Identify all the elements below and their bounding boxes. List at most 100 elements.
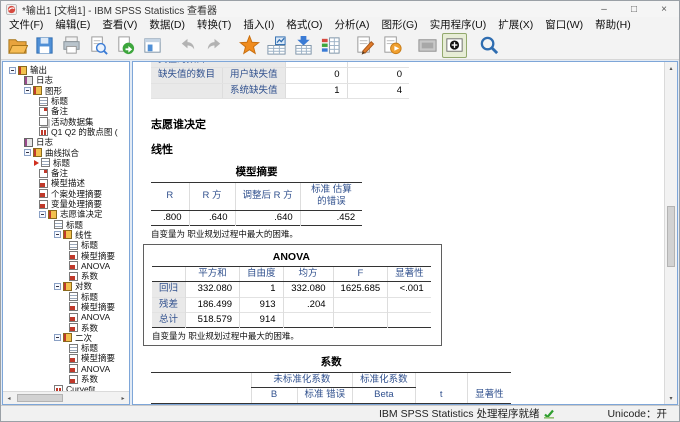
window-title: *输出1 [文档1] - IBM SPSS Statistics 查看器: [22, 5, 218, 17]
menu-data[interactable]: 数据(D): [143, 17, 191, 32]
scrollbar-thumb[interactable]: [667, 205, 675, 268]
log-icon: [24, 75, 33, 85]
tree-item[interactable]: 系数: [3, 271, 129, 281]
collapse-icon[interactable]: [39, 210, 46, 218]
goto-variable-icon[interactable]: [318, 33, 343, 58]
collapse-icon[interactable]: [24, 149, 31, 157]
collapse-icon[interactable]: [54, 334, 61, 342]
tree-item[interactable]: ANOVA: [3, 364, 129, 374]
scrollbar-thumb[interactable]: [17, 394, 63, 402]
section-heading: 志愿谁决定: [151, 119, 206, 131]
table-title: ANOVA: [272, 251, 310, 263]
tree-item[interactable]: 模型摘要: [3, 353, 129, 363]
table-row: 总计 518.579 914: [152, 312, 431, 328]
notes-icon: [39, 106, 48, 116]
graph-book-icon: [33, 86, 42, 96]
processor-status-text: IBM SPSS Statistics 处理程序就绪: [379, 408, 540, 420]
tree-item-linear[interactable]: 线性: [3, 230, 129, 240]
menu-format[interactable]: 格式(O): [280, 17, 328, 32]
toolbar: [1, 32, 679, 60]
menu-transform[interactable]: 转换(T): [191, 17, 237, 32]
linear-book-icon: [63, 230, 72, 240]
title-page-icon: [69, 292, 78, 302]
scroll-down-icon[interactable]: ▾: [665, 392, 677, 404]
tree-item[interactable]: 系数: [3, 374, 129, 384]
scroll-up-icon[interactable]: ▴: [665, 62, 677, 74]
tree-item-output[interactable]: 输出: [3, 65, 129, 75]
designate-window-icon[interactable]: [237, 33, 262, 58]
tree-item-scatterplot[interactable]: Q1 Q2 的散点图 (: [3, 127, 129, 137]
run-script-icon[interactable]: [380, 33, 405, 58]
spss-viewer-window: *输出1 [文档1] - IBM SPSS Statistics 查看器 – □…: [0, 0, 680, 422]
menu-graphs[interactable]: 图形(G): [376, 17, 424, 32]
print-preview-icon[interactable]: [86, 33, 111, 58]
goto-case-icon[interactable]: [291, 33, 316, 58]
unicode-status-text: Unicode：开: [607, 408, 667, 420]
menu-extensions[interactable]: 扩展(X): [492, 17, 539, 32]
menu-help[interactable]: 帮助(H): [589, 17, 637, 32]
tree-item-logarithmic[interactable]: 对数: [3, 281, 129, 291]
menu-edit[interactable]: 编辑(E): [49, 17, 96, 32]
menu-view[interactable]: 查看(V): [96, 17, 143, 32]
content-pane: 负值的数目 0 0 缺失值的数目 用户缺失值 0 0: [132, 61, 678, 405]
find-icon[interactable]: [477, 33, 502, 58]
menu-window[interactable]: 窗口(W): [539, 17, 589, 32]
table-icon: [39, 189, 48, 199]
content-scroll-area: 负值的数目 0 0 缺失值的数目 用户缺失值 0 0: [133, 62, 664, 404]
tree-item-quadratic[interactable]: 二次: [3, 333, 129, 343]
goto-data-icon[interactable]: [264, 33, 289, 58]
title-bar: *输出1 [文档1] - IBM SPSS Statistics 查看器 – □…: [1, 1, 679, 17]
menu-file[interactable]: 文件(F): [3, 17, 49, 32]
minimize-button[interactable]: –: [589, 1, 619, 17]
collapse-icon[interactable]: [54, 282, 61, 290]
tree-item[interactable]: ANOVA: [3, 312, 129, 322]
table-icon: [69, 312, 78, 322]
coefficients-block[interactable]: 系数 未标准化系数 标准化系数 B 标准 错误 Beta t 显著性: [151, 354, 512, 404]
title-page-icon: [69, 343, 78, 353]
select-last-output-icon[interactable]: [442, 33, 467, 58]
table-icon: [69, 250, 78, 260]
model-summary-block[interactable]: 模型摘要 R R 方 调整后 R 方 标准 估算的错误 .800 .640 .6…: [151, 164, 363, 241]
print-icon[interactable]: [59, 33, 84, 58]
menu-analyze[interactable]: 分析(A): [329, 17, 376, 32]
output-book-icon: [18, 65, 27, 75]
missing-values-table[interactable]: 负值的数目 0 0 缺失值的数目 用户缺失值 0 0: [151, 62, 410, 100]
collapse-icon[interactable]: [9, 66, 16, 74]
outline-horizontal-scrollbar[interactable]: ◂ ▸: [3, 391, 129, 404]
content-vertical-scrollbar[interactable]: ▴ ▾: [664, 62, 677, 404]
menu-insert[interactable]: 插入(I): [237, 17, 280, 32]
edit-output-icon[interactable]: [353, 33, 378, 58]
scroll-right-icon[interactable]: ▸: [117, 392, 129, 404]
table-icon: [69, 302, 78, 312]
maximize-button[interactable]: □: [619, 1, 649, 17]
tree-item-curvefit-chart[interactable]: Curvefit: [3, 384, 129, 391]
table-icon: [69, 364, 78, 374]
tree-item[interactable]: 模型摘要: [3, 302, 129, 312]
export-output-icon[interactable]: [113, 33, 138, 58]
table-title: 系数: [320, 356, 342, 368]
tree-item[interactable]: 系数: [3, 322, 129, 333]
table-icon: [69, 374, 78, 384]
redo-icon[interactable]: [202, 33, 227, 58]
tree-item-log[interactable]: 日志: [3, 75, 129, 85]
table-icon: [69, 353, 78, 363]
open-file-icon[interactable]: [5, 33, 30, 58]
close-button[interactable]: ×: [649, 1, 679, 17]
menu-utilities[interactable]: 实用程序(U): [424, 17, 493, 32]
tree-item[interactable]: ANOVA: [3, 261, 129, 271]
collapse-icon[interactable]: [54, 231, 61, 239]
recall-dialogs-icon[interactable]: [140, 33, 165, 58]
save-file-icon[interactable]: [32, 33, 57, 58]
anova-block-selected[interactable]: ANOVA 平方和 自由度 均方 F 显著性 回归 332.080 1 332.…: [143, 244, 442, 347]
tree-item[interactable]: 标题: [3, 219, 129, 230]
undo-icon[interactable]: [175, 33, 200, 58]
tree-item[interactable]: 模型摘要: [3, 250, 129, 261]
collapse-icon[interactable]: [24, 87, 31, 95]
scroll-left-icon[interactable]: ◂: [3, 392, 15, 404]
menu-bar: 文件(F) 编辑(E) 查看(V) 数据(D) 转换(T) 插入(I) 格式(O…: [1, 17, 679, 32]
output-display-icon[interactable]: [415, 33, 440, 58]
dataset-icon: [39, 117, 48, 127]
notes-icon: [39, 168, 48, 178]
subsection-heading: 线性: [151, 144, 173, 156]
table-title: 模型摘要: [235, 166, 278, 178]
